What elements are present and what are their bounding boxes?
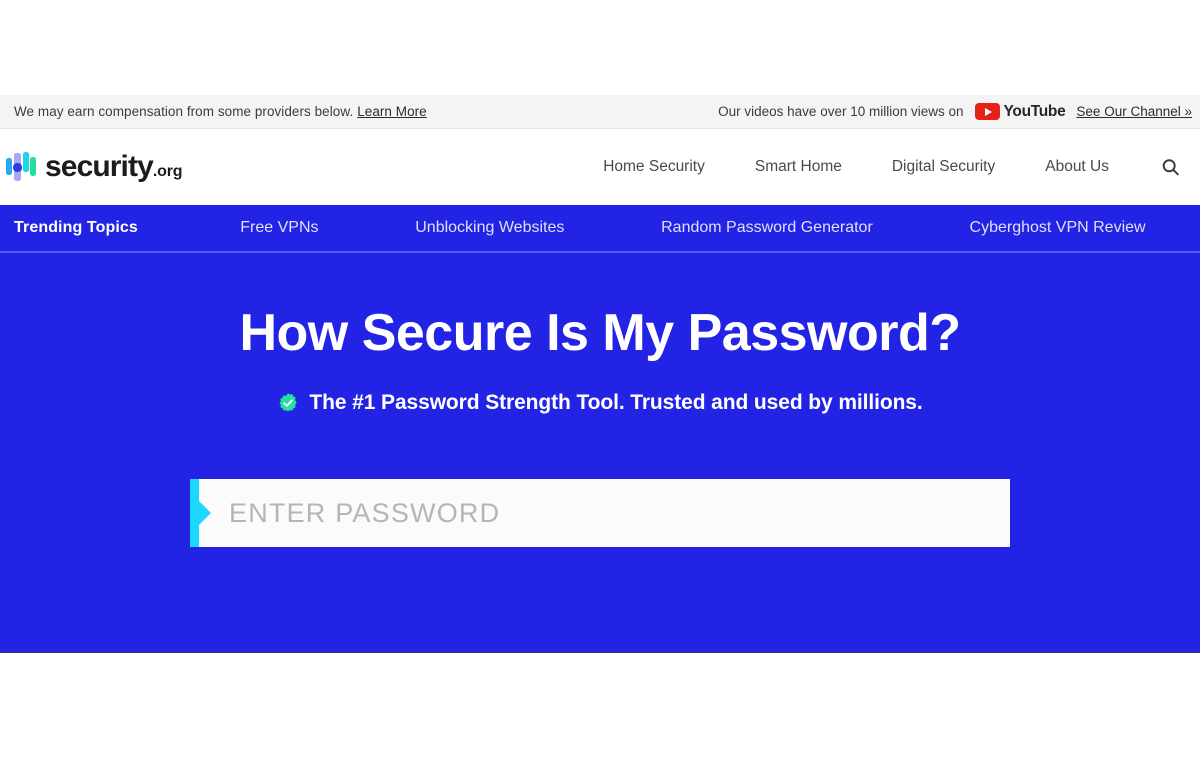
trending-topics-links: Free VPNs Unblocking Websites Random Pas… <box>138 219 1194 237</box>
trending-item-free-vpns[interactable]: Free VPNs <box>240 219 318 237</box>
youtube-wordmark: YouTube <box>1004 103 1066 121</box>
compensation-disclosure: We may earn compensation from some provi… <box>14 104 427 119</box>
site-header: security.org Home Security Smart Home Di… <box>0 129 1200 205</box>
nav-item-digital-security[interactable]: Digital Security <box>867 158 1020 176</box>
nav-item-smart-home[interactable]: Smart Home <box>730 158 867 176</box>
trending-item-unblocking-websites[interactable]: Unblocking Websites <box>415 219 564 237</box>
youtube-logo[interactable]: YouTube <box>975 103 1066 121</box>
learn-more-link[interactable]: Learn More <box>357 104 427 119</box>
brand-logo-link[interactable]: security.org <box>6 151 182 183</box>
nav-item-about-us[interactable]: About Us <box>1020 158 1134 176</box>
hero-section: How Secure Is My Password? The #1 Passwo… <box>0 253 1200 653</box>
trending-item-random-password-generator[interactable]: Random Password Generator <box>661 219 873 237</box>
input-accent-arrow-icon <box>190 479 199 547</box>
youtube-promo: Our videos have over 10 million views on… <box>718 103 1192 121</box>
security-bars-logo-icon <box>6 151 36 183</box>
utility-bar: We may earn compensation from some provi… <box>0 95 1200 129</box>
password-field-wrapper[interactable] <box>190 479 1010 547</box>
brand-name-text: security <box>45 150 153 183</box>
nav-item-home-security[interactable]: Home Security <box>578 158 730 176</box>
see-our-channel-link[interactable]: See Our Channel » <box>1076 104 1192 119</box>
disclosure-text: We may earn compensation from some provi… <box>14 104 353 119</box>
verified-check-badge-icon <box>277 392 299 414</box>
password-input-row <box>0 479 1200 547</box>
trending-item-cyberghost-vpn-review[interactable]: Cyberghost VPN Review <box>970 219 1146 237</box>
hero-subtitle-row: The #1 Password Strength Tool. Trusted a… <box>0 391 1200 415</box>
page-bottom-whitespace <box>0 653 1200 752</box>
videos-views-text: Our videos have over 10 million views on <box>718 104 963 119</box>
brand-name: security.org <box>45 152 182 182</box>
primary-navigation: Home Security Smart Home Digital Securit… <box>578 155 1188 179</box>
password-input[interactable] <box>199 479 1010 547</box>
page-top-whitespace <box>0 0 1200 95</box>
search-icon[interactable] <box>1158 155 1182 179</box>
trending-topics-label: Trending Topics <box>14 219 138 237</box>
brand-tld-text: .org <box>153 163 182 180</box>
youtube-play-icon <box>975 103 1000 120</box>
hero-subtitle: The #1 Password Strength Tool. Trusted a… <box>309 391 922 415</box>
page-title: How Secure Is My Password? <box>0 305 1200 361</box>
trending-topics-bar: Trending Topics Free VPNs Unblocking Web… <box>0 205 1200 253</box>
